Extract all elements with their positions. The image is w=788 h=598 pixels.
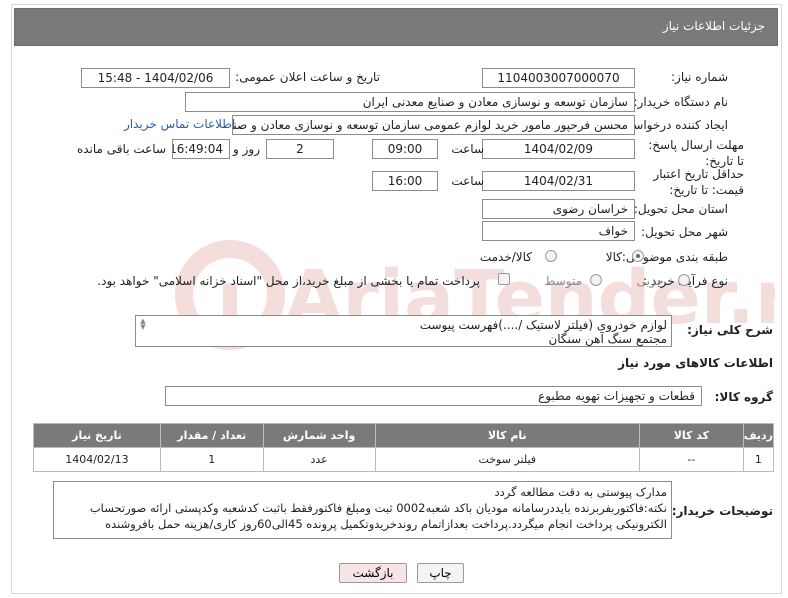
contact-buyer-link[interactable]: اطلاعات تماس خریدار [124, 117, 235, 131]
days-field[interactable]: 2 [266, 139, 334, 159]
process-radio-minor[interactable] [678, 274, 690, 286]
goods-group-field[interactable]: قطعات و تجهیزات تهویه مطبوع [165, 386, 702, 406]
col-code: کد کالا [638, 423, 744, 448]
col-name: نام کالا [374, 423, 640, 448]
category-goods-service-label: کالا/خدمت [479, 250, 532, 264]
cell-qty: 1 [159, 447, 264, 472]
notes-line-3: الکترونیکی پرداخت انجام میگردد.پرداخت بع… [105, 517, 667, 531]
hours-left-label: ساعت باقی مانده [76, 142, 166, 156]
requester-field[interactable]: محسن فرحپور مامور خرید لوازم عمومی سازما… [232, 115, 635, 135]
reply-time-label: ساعت [451, 142, 484, 156]
announce-datetime-field[interactable]: 1404/02/06 - 15:48 [81, 68, 230, 88]
summary-textarea[interactable]: ▲ ▼ لوازم خودروی (فیلتر لاستیک /....)فهرس… [135, 315, 672, 347]
buyer-org-label: نام دستگاه خریدار: [633, 95, 729, 109]
days-label: روز و [233, 142, 260, 156]
cell-row: 1 [742, 447, 775, 472]
province-field[interactable]: خراسان رضوی [482, 199, 635, 219]
process-minor-label: جزیی [636, 274, 664, 288]
print-button[interactable]: چاپ [417, 563, 464, 583]
need-number-field[interactable]: 1104003007000070 [482, 68, 635, 88]
buyer-org-field[interactable]: سازمان توسعه و نوسازی معادن و صنایع معدن… [185, 92, 635, 112]
notes-line-2: نکته:فاکتوربفربرنده بایددرسامانه مودیان … [89, 501, 667, 515]
reply-time-field[interactable]: 09:00 [372, 139, 438, 159]
treasury-note: پرداخت تمام یا بخشی از مبلغ خرید،از محل … [97, 274, 480, 288]
validity-time-label: ساعت [451, 174, 484, 188]
need-number-label: شماره نیاز: [671, 70, 728, 84]
summary-line-2: مجتمع سنگ آهن سنگان [548, 332, 667, 346]
category-radio-goods-service[interactable] [545, 250, 557, 262]
buyer-notes-label: توضیحات خریدار: [671, 504, 773, 518]
cell-unit: عدد [262, 447, 376, 472]
back-button[interactable]: بازگشت [339, 563, 407, 583]
items-table-header: ردیف کد کالا نام کالا واحد شمارش تعداد /… [33, 423, 775, 448]
category-goods-label: کالا [605, 250, 622, 264]
table-row[interactable]: 1 -- فیلتر سوخت عدد 1 1404/02/13 [33, 447, 775, 472]
summary-scroll-icon[interactable]: ▲ ▼ [138, 318, 148, 331]
treasury-checkbox[interactable] [498, 273, 510, 285]
summary-line-1: لوازم خودروی (فیلتر لاستیک /....)فهرست پ… [419, 318, 667, 332]
cell-code: -- [638, 447, 744, 472]
col-date: تاریخ نیاز [33, 423, 161, 448]
goods-info-heading: اطلاعات کالاهای مورد نیاز [618, 356, 773, 370]
reply-deadline-label: مهلت ارسال پاسخ: تا تاریخ: [648, 138, 744, 168]
process-radio-medium[interactable] [590, 274, 602, 286]
cell-name: فیلتر سوخت [374, 447, 640, 472]
delivery-province-label: استان محل تحویل: [633, 202, 728, 216]
col-qty: تعداد / مقدار [159, 423, 264, 448]
notes-line-1: مدارک پیوستی به دقت مطالعه گردد [494, 485, 667, 499]
goods-group-label: گروه کالا: [714, 390, 773, 404]
validity-date-field[interactable]: 1404/02/31 [482, 171, 635, 191]
cell-date: 1404/02/13 [33, 447, 161, 472]
city-field[interactable]: خواف [482, 221, 635, 241]
summary-label: شرح کلی نیاز: [687, 323, 773, 337]
category-radio-goods[interactable] [632, 250, 644, 262]
page-title: جزئیات اطلاعات نیاز [662, 19, 765, 33]
col-unit: واحد شمارش [262, 423, 376, 448]
reply-date-field[interactable]: 1404/02/09 [482, 139, 635, 159]
validity-time-field[interactable]: 16:00 [372, 171, 438, 191]
remaining-time-field[interactable]: 16:49:04 [172, 139, 230, 159]
items-table: ردیف کد کالا نام کالا واحد شمارش تعداد /… [33, 423, 775, 472]
delivery-city-label: شهر محل تحویل: [641, 225, 728, 239]
process-medium-label: متوسط [544, 274, 582, 288]
page-header: جزئیات اطلاعات نیاز [14, 8, 778, 46]
announce-datetime-label: تاریخ و ساعت اعلان عمومی: [235, 70, 380, 84]
price-validity-label: حداقل تاریخ اعتبار قیمت: تا تاریخ: [653, 167, 744, 197]
col-row: ردیف [742, 423, 775, 448]
buyer-notes-textarea[interactable]: مدارک پیوستی به دقت مطالعه گردد نکته:فاک… [53, 481, 672, 539]
